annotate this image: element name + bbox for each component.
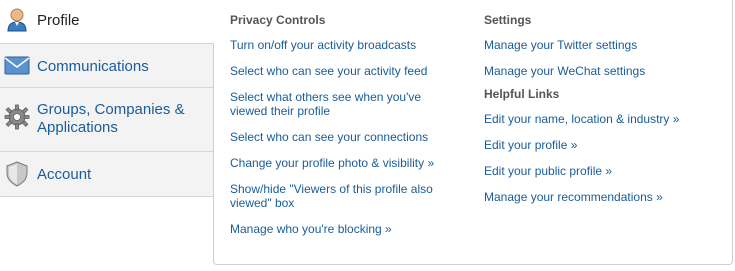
privacy-link-viewers-box[interactable]: Show/hide "Viewers of this profile also … — [230, 182, 455, 210]
settings-link-twitter[interactable]: Manage your Twitter settings — [484, 38, 719, 52]
envelope-icon — [4, 53, 30, 79]
sidebar-item-profile[interactable]: Profile — [0, 0, 215, 43]
sidebar-item-label: Profile — [37, 12, 80, 29]
privacy-link-activity-feed[interactable]: Select who can see your activity feed — [230, 64, 470, 78]
privacy-link-profile-views[interactable]: Select what others see when you've viewe… — [230, 90, 455, 118]
privacy-link-connections[interactable]: Select who can see your connections — [230, 130, 470, 144]
privacy-link-blocking[interactable]: Manage who you're blocking » — [230, 222, 470, 236]
helpful-link-public-profile[interactable]: Edit your public profile » — [484, 164, 719, 178]
helpful-link-edit-profile[interactable]: Edit your profile » — [484, 138, 719, 152]
sidebar-item-label: Account — [37, 166, 92, 183]
shield-icon — [4, 161, 30, 187]
section-heading: Settings — [484, 13, 532, 27]
settings-link-wechat[interactable]: Manage your WeChat settings — [484, 64, 719, 78]
sidebar-item-label: Groups, Companies & Applications — [37, 101, 185, 136]
privacy-controls-section: Privacy Controls Turn on/off your activi… — [230, 13, 470, 248]
section-heading: Helpful Links — [484, 87, 560, 101]
helpful-link-name-location[interactable]: Edit your name, location & industry » — [484, 112, 719, 126]
settings-sidebar: Profile Communications Groups, Companies… — [0, 0, 215, 197]
privacy-link-activity-broadcasts[interactable]: Turn on/off your activity broadcasts — [230, 38, 470, 52]
section-heading: Privacy Controls — [230, 13, 326, 27]
sidebar-item-account[interactable]: Account — [0, 152, 214, 197]
sidebar-item-label: Communications — [37, 58, 149, 75]
settings-section: Settings Manage your Twitter settings Ma… — [484, 13, 719, 216]
profile-person-icon — [4, 7, 30, 33]
gear-icon — [4, 104, 30, 130]
profile-settings-panel: Privacy Controls Turn on/off your activi… — [213, 0, 733, 265]
helpful-link-recommendations[interactable]: Manage your recommendations » — [484, 190, 719, 204]
privacy-link-profile-photo[interactable]: Change your profile photo & visibility » — [230, 156, 470, 170]
sidebar-item-communications[interactable]: Communications — [0, 43, 214, 88]
sidebar-item-groups-companies-applications[interactable]: Groups, Companies & Applications — [0, 88, 214, 152]
